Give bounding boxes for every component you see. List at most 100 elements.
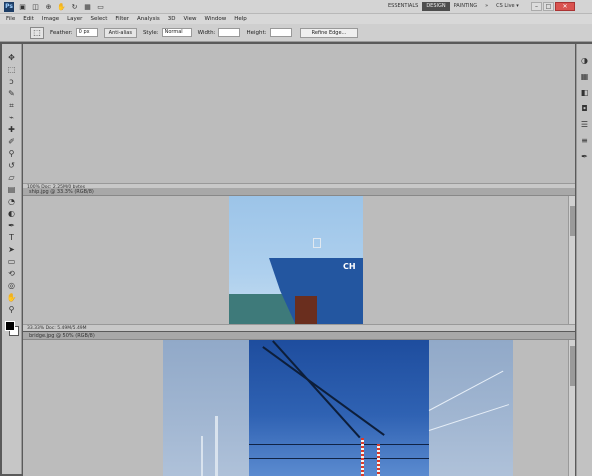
ship-photo: CH: [229, 196, 363, 324]
bridge-railing: [249, 458, 429, 459]
cs-live-menu[interactable]: CS Live ▾: [492, 2, 523, 11]
swatches-panel-icon[interactable]: ▦: [579, 70, 591, 82]
menu-file[interactable]: File: [6, 16, 15, 22]
close-button[interactable]: ✕: [555, 2, 575, 11]
hand-icon[interactable]: ✋: [57, 2, 66, 11]
path-selection-tool-icon[interactable]: ➤: [4, 244, 20, 255]
document-canvas-1[interactable]: [23, 44, 575, 184]
document-canvas-3[interactable]: [23, 340, 568, 476]
workspace-more[interactable]: »: [481, 2, 492, 11]
left-dim-region: [163, 340, 249, 476]
menu-bar: File Edit Image Layer Select Filter Anal…: [0, 14, 592, 24]
hand-tool-icon[interactable]: ✋: [4, 292, 20, 303]
gradient-tool-icon[interactable]: ▤: [4, 184, 20, 195]
workspace-switcher: ESSENTIALS DESIGN PAINTING » CS Live ▾: [384, 2, 523, 11]
striped-pole: [361, 438, 364, 476]
width-label: Width:: [197, 29, 216, 36]
history-brush-tool-icon[interactable]: ↺: [4, 160, 20, 171]
striped-pole: [377, 444, 380, 476]
maximize-button[interactable]: □: [543, 2, 554, 11]
type-tool-icon[interactable]: T: [4, 232, 20, 243]
menu-edit[interactable]: Edit: [23, 16, 34, 22]
bridge-mast: [201, 436, 203, 476]
masks-panel-icon[interactable]: ◘: [579, 102, 591, 114]
channels-panel-icon[interactable]: ≡: [579, 134, 591, 146]
ship-lettering: CH: [343, 262, 356, 271]
pen-tool-icon[interactable]: ✒: [4, 220, 20, 231]
tools-panel: ✥ ⬚ ↄ ✎ ⌗ ⌁ ✚ ✐ ⚲ ↺ ▱ ▤ ◔ ◐ ✒ T ➤ ▭ ⟲ ◎ …: [2, 44, 22, 474]
height-input[interactable]: [269, 28, 292, 37]
document-window-2: ship.jpg @ 33.3% (RGB/8) CH 33.33% Doc: …: [23, 188, 575, 331]
shape-tool-icon[interactable]: ▭: [4, 256, 20, 267]
foreground-color-swatch[interactable]: [4, 321, 15, 331]
feather-label: Feather:: [50, 29, 73, 36]
adjustments-panel-icon[interactable]: ◧: [579, 86, 591, 98]
bridge-railing: [249, 444, 429, 445]
workspace-painting[interactable]: PAINTING: [450, 2, 481, 11]
3d-orbit-tool-icon[interactable]: ◎: [4, 280, 20, 291]
height-label: Height:: [246, 29, 267, 36]
document-status-2: 33.33% Doc: 5.49M/5.49M: [23, 324, 575, 331]
color-panel-icon[interactable]: ◑: [579, 54, 591, 66]
title-bar: Ps ▣ ◫ ⊕ ✋ ↻ ▦ ▭ ESSENTIALS DESIGN PAINT…: [0, 0, 592, 14]
document-window-3: bridge.jpg @ 50% (RGB/8): [23, 332, 575, 476]
blur-tool-icon[interactable]: ◔: [4, 196, 20, 207]
panel-dock: ◑ ▦ ◧ ◘ ☰ ≡ ✒: [576, 44, 592, 476]
mini-bridge-icon[interactable]: ◫: [31, 2, 40, 11]
document-canvas-2[interactable]: CH: [23, 196, 568, 324]
paths-panel-icon[interactable]: ✒: [579, 150, 591, 162]
document-window-1: 100% Doc: 2.25M/0 bytes: [23, 44, 575, 190]
photoshop-window: Ps ▣ ◫ ⊕ ✋ ↻ ▦ ▭ ESSENTIALS DESIGN PAINT…: [0, 0, 592, 476]
move-tool-icon[interactable]: ✥: [4, 52, 20, 63]
style-select[interactable]: Normal: [161, 28, 192, 37]
antialias-checkbox[interactable]: Anti-alias: [103, 27, 137, 38]
bridge-photo: [163, 340, 513, 476]
menu-help[interactable]: Help: [234, 16, 247, 22]
feather-input[interactable]: 0 px: [75, 28, 98, 37]
quick-select-tool-icon[interactable]: ✎: [4, 88, 20, 99]
crop-tool-icon[interactable]: ⌗: [4, 100, 20, 111]
arrange-documents-icon[interactable]: ▦: [83, 2, 92, 11]
refine-edge-button[interactable]: Refine Edge...: [300, 28, 358, 38]
app-logo[interactable]: Ps: [4, 1, 14, 12]
zoom-tool-icon[interactable]: ⚲: [4, 304, 20, 315]
document-tab-2[interactable]: ship.jpg @ 33.3% (RGB/8): [23, 188, 575, 196]
brush-tool-icon[interactable]: ✐: [4, 136, 20, 147]
width-input[interactable]: [218, 28, 241, 37]
color-swatches: [4, 320, 20, 338]
marquee-tool-preset-icon[interactable]: ⬚: [30, 26, 44, 39]
menu-analysis[interactable]: Analysis: [137, 16, 160, 22]
ship-crane: [313, 238, 321, 248]
eraser-tool-icon[interactable]: ▱: [4, 172, 20, 183]
zoom-level-icon[interactable]: ⊕: [44, 2, 53, 11]
menu-image[interactable]: Image: [42, 16, 59, 22]
workspace-design[interactable]: DESIGN: [422, 2, 450, 11]
spot-healing-tool-icon[interactable]: ✚: [4, 124, 20, 135]
3d-rotate-tool-icon[interactable]: ⟲: [4, 268, 20, 279]
bridge-icon[interactable]: ▣: [18, 2, 27, 11]
options-bar: ⬚ Feather: 0 px Anti-alias Style: Normal…: [0, 24, 592, 42]
document-tab-3[interactable]: bridge.jpg @ 50% (RGB/8): [23, 332, 575, 340]
screen-mode-icon[interactable]: ▭: [96, 2, 105, 11]
style-label: Style:: [142, 29, 159, 36]
document-scrollbar-3[interactable]: [568, 340, 575, 476]
right-dim-region: [429, 340, 513, 476]
clone-stamp-tool-icon[interactable]: ⚲: [4, 148, 20, 159]
dodge-tool-icon[interactable]: ◐: [4, 208, 20, 219]
ship-rust-patch: [295, 296, 317, 324]
menu-3d[interactable]: 3D: [168, 16, 176, 22]
bridge-mast: [215, 416, 218, 476]
rotate-view-icon[interactable]: ↻: [70, 2, 79, 11]
lasso-tool-icon[interactable]: ↄ: [4, 76, 20, 87]
marquee-tool-icon[interactable]: ⬚: [4, 64, 20, 75]
workspace-essentials[interactable]: ESSENTIALS: [384, 2, 422, 11]
menu-view[interactable]: View: [183, 16, 196, 22]
eyedropper-tool-icon[interactable]: ⌁: [4, 112, 20, 123]
menu-window[interactable]: Window: [205, 16, 227, 22]
layers-panel-icon[interactable]: ☰: [579, 118, 591, 130]
menu-filter[interactable]: Filter: [115, 16, 129, 22]
document-scrollbar-2[interactable]: [568, 196, 575, 324]
menu-layer[interactable]: Layer: [67, 16, 82, 22]
minimize-button[interactable]: –: [531, 2, 542, 11]
menu-select[interactable]: Select: [90, 16, 107, 22]
